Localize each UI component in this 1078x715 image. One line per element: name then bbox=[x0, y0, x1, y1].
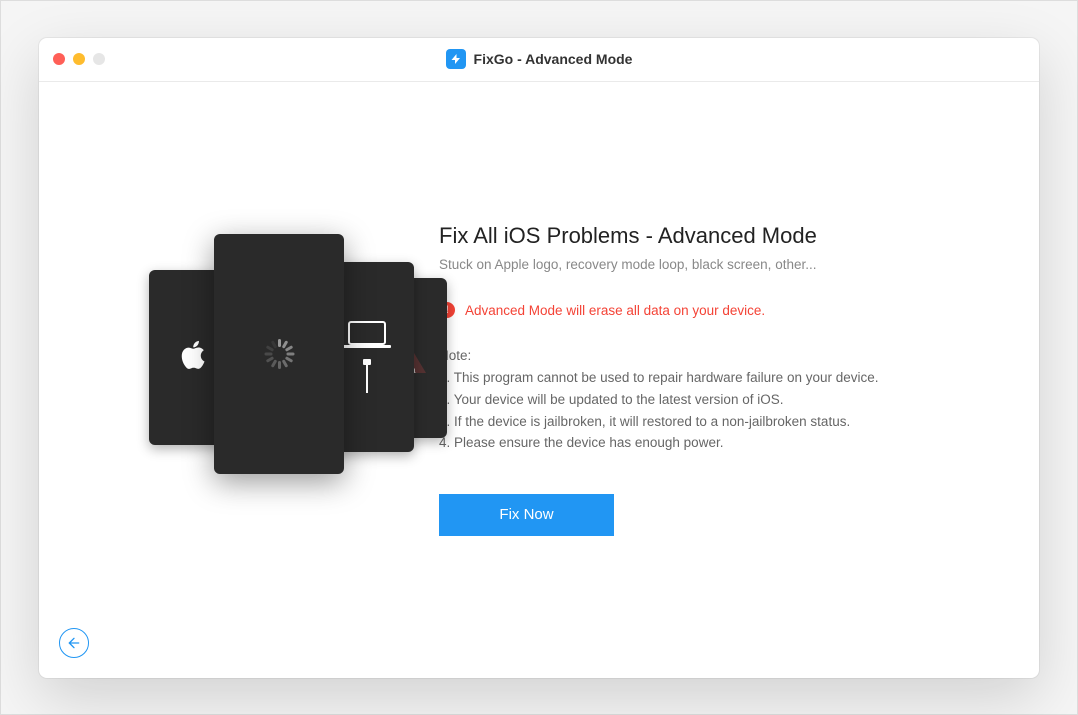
window-controls bbox=[53, 53, 105, 65]
info-panel: Fix All iOS Problems - Advanced Mode Stu… bbox=[399, 223, 1009, 535]
notes-list: 1. This program cannot be used to repair… bbox=[439, 367, 989, 453]
maximize-window-button[interactable] bbox=[93, 53, 105, 65]
apple-logo-icon bbox=[181, 340, 207, 375]
app-logo-icon bbox=[446, 49, 466, 69]
back-button[interactable] bbox=[59, 628, 89, 658]
arrow-left-icon bbox=[66, 635, 82, 651]
main-content: data bbox=[39, 82, 1039, 678]
fix-now-button[interactable]: Fix Now bbox=[439, 494, 614, 536]
page-subheading: Stuck on Apple logo, recovery mode loop,… bbox=[439, 257, 989, 272]
titlebar: FixGo - Advanced Mode bbox=[39, 38, 1039, 82]
note-item: 1. This program cannot be used to repair… bbox=[439, 367, 989, 389]
note-label: Note: bbox=[439, 348, 989, 363]
device-illustration: data bbox=[69, 230, 399, 530]
close-window-button[interactable] bbox=[53, 53, 65, 65]
page-heading: Fix All iOS Problems - Advanced Mode bbox=[439, 223, 989, 249]
minimize-window-button[interactable] bbox=[73, 53, 85, 65]
window-title-group: FixGo - Advanced Mode bbox=[446, 49, 633, 69]
warning-text: Advanced Mode will erase all data on you… bbox=[465, 303, 765, 318]
spinner-icon bbox=[264, 339, 294, 369]
note-item: 2. Your device will be updated to the la… bbox=[439, 389, 989, 411]
laptop-icon bbox=[348, 321, 386, 345]
phone-spinner bbox=[214, 234, 344, 474]
note-item: 3. If the device is jailbroken, it will … bbox=[439, 411, 989, 433]
note-item: 4. Please ensure the device has enough p… bbox=[439, 432, 989, 454]
window-title: FixGo - Advanced Mode bbox=[474, 51, 633, 67]
app-window: FixGo - Advanced Mode data bbox=[39, 38, 1039, 678]
warning-message: ! Advanced Mode will erase all data on y… bbox=[439, 302, 989, 318]
cable-icon bbox=[366, 363, 368, 393]
